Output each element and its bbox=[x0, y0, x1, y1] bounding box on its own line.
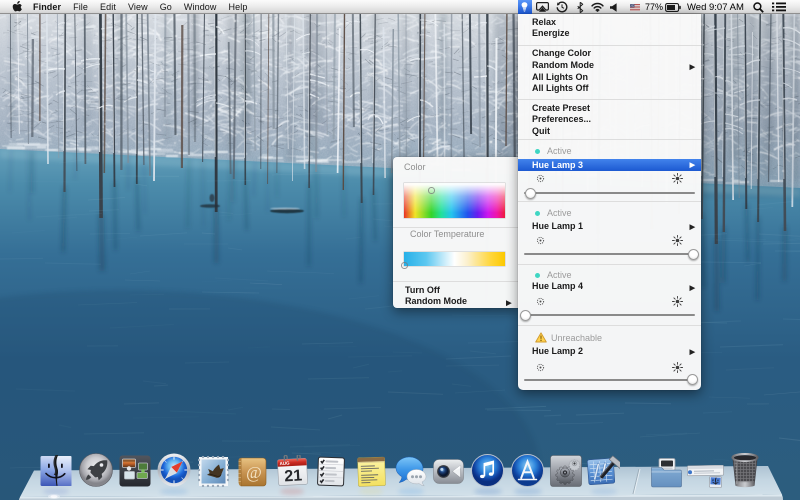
svg-text:AUG: AUG bbox=[279, 461, 290, 467]
svg-text:@: @ bbox=[246, 463, 262, 482]
svg-text:21: 21 bbox=[284, 467, 303, 485]
